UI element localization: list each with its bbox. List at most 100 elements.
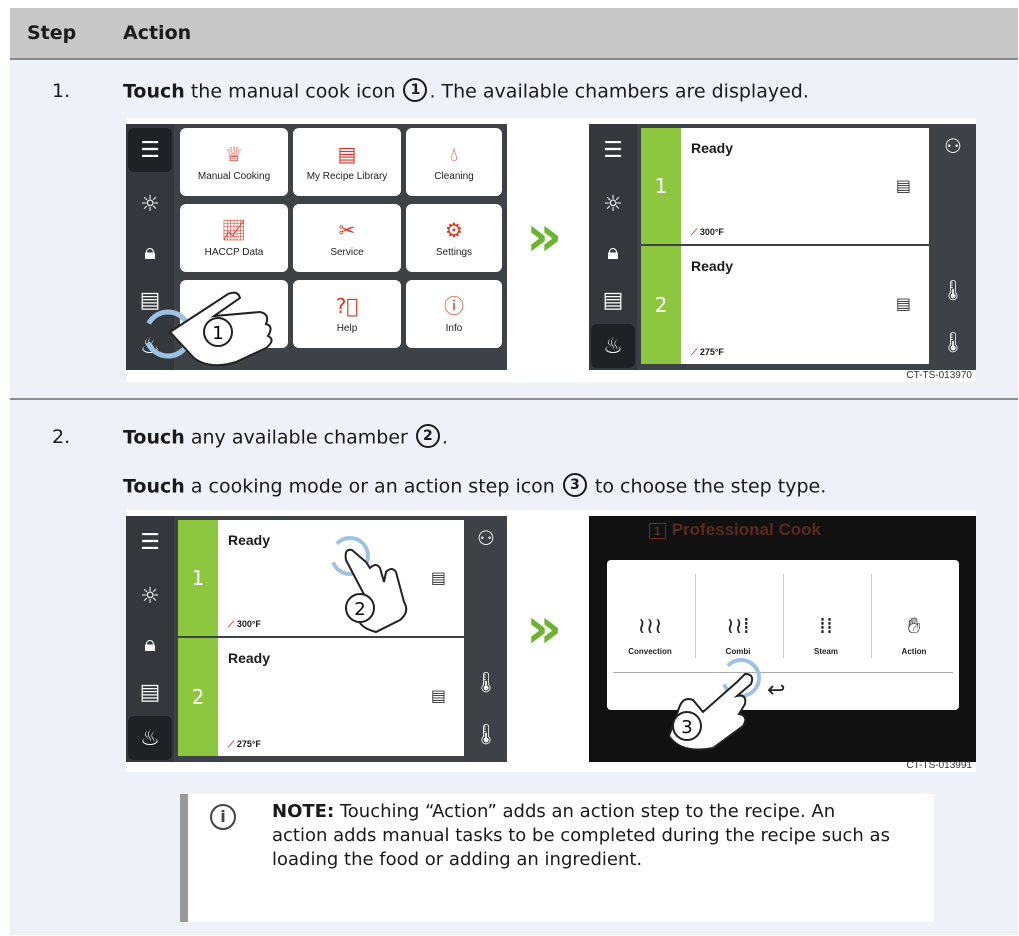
step-2-verb-2: Touch <box>123 475 185 498</box>
row-divider <box>10 398 1018 400</box>
mode-convection[interactable]: ≀≀≀ Convection <box>607 614 693 656</box>
title-number: 1 <box>649 523 666 539</box>
temp-up-icon: 🌡︎ <box>473 670 499 694</box>
step-1-text: Touch the manual cook icon 1. The availa… <box>123 78 809 104</box>
tile-label: Service <box>330 246 364 258</box>
mode-action[interactable]: ✋︎ Action <box>871 614 957 656</box>
step-2-text-line-1: Touch any available chamber 2. <box>123 424 448 450</box>
chambers-screen: ☰ ☼ 🔒︎ ▤ ♨ 1 Ready ▤ ⟋ 300°F 2 Ready ▤ ⟋… <box>126 516 507 762</box>
figure-code: CT-TS-013970 <box>906 370 972 381</box>
manual-cook-icon: ♨ <box>591 324 635 368</box>
chamber-1[interactable]: 1 Ready ▤ ⟋ 300°F <box>641 128 929 244</box>
step-1-verb: Touch <box>123 80 185 103</box>
menu-icon: ☰ <box>128 128 172 172</box>
title-text: Professional Cook <box>671 520 821 539</box>
chamber-number: 1 <box>178 520 218 636</box>
tile-label: Info <box>445 322 463 334</box>
chamber-status: Ready <box>691 258 734 274</box>
temp-down-icon: 🌡︎ <box>940 330 966 354</box>
tile-help[interactable]: ?⃝ Help <box>293 280 401 348</box>
chef-hat-icon: ♕ <box>225 141 243 166</box>
temp-up-icon: 🌡︎ <box>940 278 966 302</box>
temp-value: 300°F <box>236 619 261 629</box>
user-icon: ⚇ <box>477 526 495 550</box>
tile-label: Settings <box>435 246 473 258</box>
tile-settings[interactable]: ⚙ Settings <box>406 204 502 272</box>
thermometer-icon: ⟋ <box>228 739 237 749</box>
chamber-2[interactable]: 2 Ready ▤ ⟋ 275°F <box>641 246 929 364</box>
brightness-icon: ☼ <box>603 191 623 217</box>
hand-icon: ✋︎ <box>907 614 921 639</box>
pointing-hand-icon: 1 <box>143 291 273 367</box>
chamber-number: 1 <box>641 128 681 244</box>
steam-icon: ⁞⁞ <box>819 614 833 639</box>
help-icon: ?⃝ <box>335 293 359 318</box>
chamber-2[interactable]: 2 Ready ▤ ⟋ 275°F <box>178 638 464 756</box>
hand-callout-1: 1 <box>212 323 223 344</box>
lock-icon: 🔒︎ <box>607 239 619 265</box>
tile-label: Help <box>336 322 358 334</box>
action-column-header: Action <box>123 22 192 44</box>
tile-label: Manual Cooking <box>197 170 271 182</box>
callout-2: 2 <box>415 424 440 448</box>
mode-label: Steam <box>813 647 838 656</box>
lock-icon: 🔒︎ <box>144 631 156 657</box>
chamber-status: Ready <box>228 532 271 548</box>
menu-icon: ☰ <box>140 529 160 555</box>
user-icon: ⚇ <box>944 134 962 158</box>
temp-value: 300°F <box>699 227 724 237</box>
temp-value: 275°F <box>236 739 261 749</box>
step-2-text-a: any available chamber <box>184 426 414 449</box>
pointing-hand-icon: 2 <box>330 536 408 634</box>
hand-callout-2: 2 <box>354 599 365 620</box>
info-icon: ⓘ <box>444 293 464 318</box>
tile-info[interactable]: ⓘ Info <box>406 280 502 348</box>
recipe-icon: ▤ <box>337 141 357 166</box>
chart-icon: 📈︎ <box>221 217 247 242</box>
right-rail: ⚇ 🌡︎ 🌡︎ <box>465 516 507 762</box>
recipe-icon: ▤ <box>895 176 911 195</box>
chamber-temp: ⟋ 300°F <box>691 227 724 238</box>
recipe-book-icon: ▤ <box>139 679 161 705</box>
info-icon: i <box>210 804 236 830</box>
chamber-temp: ⟋ 275°F <box>691 347 724 358</box>
thermometer-icon: ⟋ <box>691 347 700 357</box>
lock-icon: 🔒︎ <box>144 239 156 265</box>
mode-label: Combi <box>725 647 751 656</box>
table-header: Step Action <box>10 8 1018 60</box>
pointing-hand-icon: 3 <box>667 658 761 751</box>
chambers-screen: ☰ ☼ 🔒︎ ▤ ♨ 1 Ready ▤ ⟋ 300°F 2 Ready ▤ ⟋… <box>589 124 976 370</box>
tile-haccp-data[interactable]: 📈︎ HACCP Data <box>180 204 288 272</box>
note-body: Touching “Action” adds an action step to… <box>272 801 890 870</box>
menu-icon: ☰ <box>603 137 623 163</box>
next-arrows-icon: » <box>526 596 562 661</box>
step-2-text-line-2: Touch a cooking mode or an action step i… <box>123 473 827 499</box>
hand-callout-3: 3 <box>681 717 692 738</box>
step-2-figure: ☰ ☼ 🔒︎ ▤ ♨ 1 Ready ▤ ⟋ 300°F 2 Ready ▤ ⟋… <box>126 510 976 772</box>
gear-icon: ⚙ <box>445 217 463 242</box>
step-2-text-b: . <box>441 426 448 449</box>
procedure-table: Step Action 1. Touch the manual cook ico… <box>10 8 1018 935</box>
step-1-text-b: . The available chambers are displayed. <box>429 80 809 103</box>
tile-label: Cleaning <box>434 170 474 182</box>
convection-icon: ≀≀≀ <box>637 614 663 639</box>
mode-steam[interactable]: ⁞⁞ Steam <box>783 614 869 656</box>
callout-3: 3 <box>562 473 587 497</box>
brightness-icon: ☼ <box>140 191 160 217</box>
step-2-verb-1: Touch <box>123 426 185 449</box>
chamber-number: 2 <box>641 246 681 364</box>
mode-combi[interactable]: ≀≀⁞ Combi <box>695 614 781 656</box>
thermometer-icon: ⟋ <box>228 619 237 629</box>
tile-cleaning[interactable]: 💧︎ Cleaning <box>406 128 502 196</box>
temp-down-icon: 🌡︎ <box>473 722 499 746</box>
step-2-text-d: to choose the step type. <box>588 475 827 498</box>
tile-manual-cooking[interactable]: ♕ Manual Cooking <box>180 128 288 196</box>
tile-label: HACCP Data <box>204 246 264 258</box>
recipe-icon: ▤ <box>430 686 446 705</box>
tile-recipe-library[interactable]: ▤ My Recipe Library <box>293 128 401 196</box>
mode-select-screen: 1 Professional Cook ≀≀≀ Convection ≀≀⁞ Comb… <box>589 516 976 762</box>
chamber-status: Ready <box>228 650 271 666</box>
callout-1: 1 <box>403 78 428 102</box>
tile-service[interactable]: ✂ Service <box>293 204 401 272</box>
combi-icon: ≀≀⁞ <box>726 614 750 639</box>
